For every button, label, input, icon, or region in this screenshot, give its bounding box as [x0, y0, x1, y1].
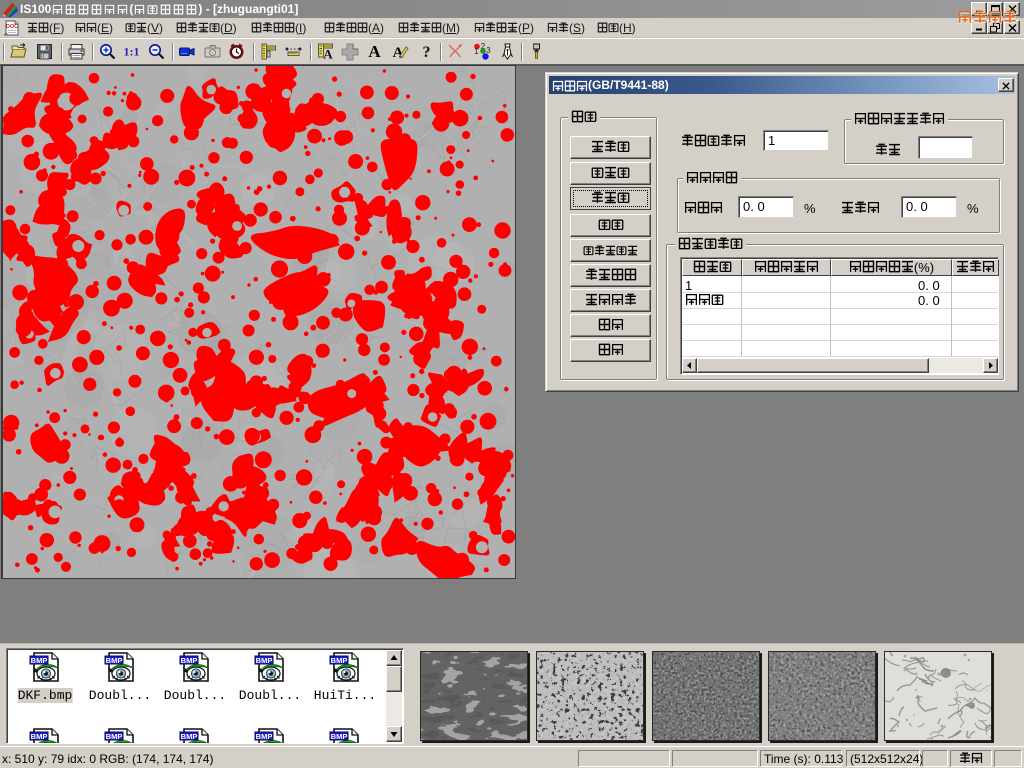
svg-text:3: 3: [486, 46, 491, 55]
svg-text:2: 2: [481, 42, 486, 51]
svg-text:1: 1: [474, 47, 479, 56]
svg-text:DOC: DOC: [6, 24, 18, 30]
svg-text:A: A: [368, 42, 381, 61]
svg-text:1:1: 1:1: [124, 45, 140, 59]
svg-text:A: A: [323, 47, 333, 62]
svg-text:?: ?: [423, 44, 431, 61]
